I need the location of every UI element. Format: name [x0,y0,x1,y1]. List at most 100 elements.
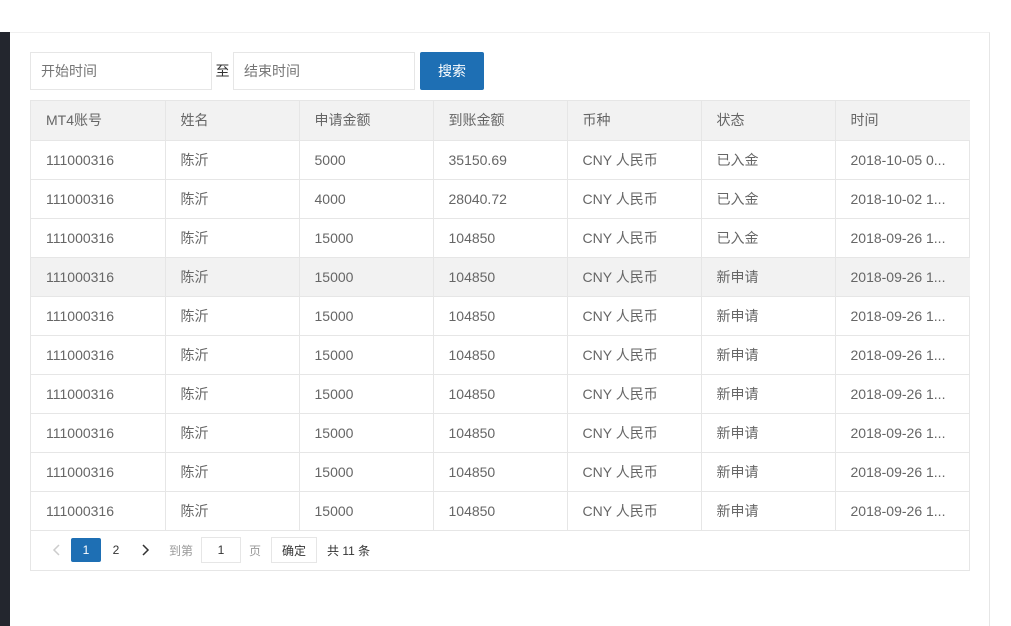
cell-name: 陈沂 [165,218,300,258]
cell-status: 已入金 [701,140,836,180]
page-2-button[interactable]: 2 [101,538,131,562]
cell-mt4-account: 111000316 [31,296,166,336]
cell-status: 新申请 [701,335,836,375]
cell-currency: CNY 人民币 [567,179,702,219]
cell-name: 陈沂 [165,413,300,453]
cell-name: 陈沂 [165,491,300,531]
cell-time: 2018-10-02 1... [835,179,970,219]
goto-page-input[interactable] [201,537,242,563]
cell-received-amount: 104850 [433,374,568,414]
start-date-input[interactable] [30,52,212,90]
cell-requested-amount: 15000 [299,413,434,453]
cell-mt4-account: 111000316 [31,452,166,492]
header-name: 姓名 [165,101,300,141]
cell-currency: CNY 人民币 [567,491,702,531]
table-row[interactable]: 111000316 陈沂 15000 104850 CNY 人民币 已入金 2018-09-… [31,218,970,258]
header-currency: 币种 [567,101,702,141]
cell-name: 陈沂 [165,374,300,414]
table-row[interactable]: 111000316 陈沂 15000 104850 CNY 人民币 新申请 2018-09-… [31,296,970,336]
cell-mt4-account: 111000316 [31,218,166,258]
sidebar-edge [0,32,10,626]
cell-mt4-account: 111000316 [31,491,166,531]
cell-status: 已入金 [701,218,836,258]
cell-currency: CNY 人民币 [567,296,702,336]
deposit-table: MT4账号 姓名 申请金额 到账金额 币种 状态 时间 111000316 陈沂 5… [30,100,970,571]
cell-status: 新申请 [701,257,836,297]
cell-received-amount: 104850 [433,452,568,492]
page-unit-label: 页 [249,543,262,558]
cell-currency: CNY 人民币 [567,374,702,414]
header-time: 时间 [835,101,970,141]
cell-time: 2018-09-26 1... [835,296,970,336]
cell-time: 2018-09-26 1... [835,374,970,414]
cell-name: 陈沂 [165,452,300,492]
cell-mt4-account: 111000316 [31,374,166,414]
header-requested-amount: 申请金额 [299,101,434,141]
cell-currency: CNY 人民币 [567,452,702,492]
table-row[interactable]: 111000316 陈沂 15000 104850 CNY 人民币 新申请 2018-09-… [31,452,970,492]
cell-requested-amount: 15000 [299,374,434,414]
table-row[interactable]: 111000316 陈沂 5000 35150.69 CNY 人民币 已入金 2018-10… [31,140,970,180]
cell-received-amount: 104850 [433,218,568,258]
goto-label: 到第 [169,543,194,558]
cell-received-amount: 28040.72 [433,179,568,219]
cell-requested-amount: 4000 [299,179,434,219]
cell-mt4-account: 111000316 [31,179,166,219]
cell-time: 2018-09-26 1... [835,491,970,531]
cell-name: 陈沂 [165,257,300,297]
cell-received-amount: 104850 [433,257,568,297]
next-page-icon[interactable] [131,538,161,562]
cell-time: 2018-09-26 1... [835,452,970,492]
cell-time: 2018-09-26 1... [835,218,970,258]
cell-received-amount: 104850 [433,335,568,375]
cell-currency: CNY 人民币 [567,413,702,453]
cell-requested-amount: 15000 [299,296,434,336]
table-row[interactable]: 111000316 陈沂 15000 104850 CNY 人民币 新申请 2018-09-… [31,335,970,375]
total-count: 共 11 条 [327,543,371,558]
cell-time: 2018-09-26 1... [835,413,970,453]
cell-name: 陈沂 [165,179,300,219]
cell-mt4-account: 111000316 [31,257,166,297]
cell-status: 新申请 [701,296,836,336]
table-row[interactable]: 111000316 陈沂 15000 104850 CNY 人民币 新申请 2018-09-… [31,413,970,453]
table-header-row: MT4账号 姓名 申请金额 到账金额 币种 状态 时间 [31,101,970,141]
goto-confirm-button[interactable]: 确定 [271,537,318,563]
cell-currency: CNY 人民币 [567,335,702,375]
cell-status: 已入金 [701,179,836,219]
search-button[interactable]: 搜索 [420,52,484,90]
page-1-button[interactable]: 1 [71,538,101,562]
table-row[interactable]: 111000316 陈沂 15000 104850 CNY 人民币 新申请 2018-09-… [31,374,970,414]
cell-name: 陈沂 [165,140,300,180]
filter-bar: 至 搜索 [30,52,484,90]
end-date-input[interactable] [233,52,415,90]
cell-currency: CNY 人民币 [567,140,702,180]
pagination: 1 2 到第 页 确定 共 11 条 [31,531,969,570]
table-row[interactable]: 111000316 陈沂 15000 104850 CNY 人民币 新申请 2018-09-… [31,491,970,531]
cell-mt4-account: 111000316 [31,140,166,180]
table-row[interactable]: 111000316 陈沂 15000 104850 CNY 人民币 新申请 2018-09-… [31,257,970,297]
cell-mt4-account: 111000316 [31,413,166,453]
cell-mt4-account: 111000316 [31,335,166,375]
cell-requested-amount: 15000 [299,491,434,531]
cell-time: 2018-09-26 1... [835,257,970,297]
cell-received-amount: 104850 [433,296,568,336]
cell-time: 2018-10-05 0... [835,140,970,180]
cell-received-amount: 104850 [433,491,568,531]
cell-time: 2018-09-26 1... [835,335,970,375]
header-status: 状态 [701,101,836,141]
cell-name: 陈沂 [165,335,300,375]
cell-name: 陈沂 [165,296,300,336]
cell-currency: CNY 人民币 [567,218,702,258]
cell-status: 新申请 [701,452,836,492]
cell-requested-amount: 5000 [299,140,434,180]
table-row[interactable]: 111000316 陈沂 4000 28040.72 CNY 人民币 已入金 2018-10… [31,179,970,219]
header-mt4-account: MT4账号 [31,101,166,141]
cell-status: 新申请 [701,374,836,414]
cell-received-amount: 104850 [433,413,568,453]
cell-requested-amount: 15000 [299,257,434,297]
prev-page-icon[interactable] [41,538,71,562]
cell-requested-amount: 15000 [299,218,434,258]
cell-requested-amount: 15000 [299,452,434,492]
cell-received-amount: 35150.69 [433,140,568,180]
cell-requested-amount: 15000 [299,335,434,375]
